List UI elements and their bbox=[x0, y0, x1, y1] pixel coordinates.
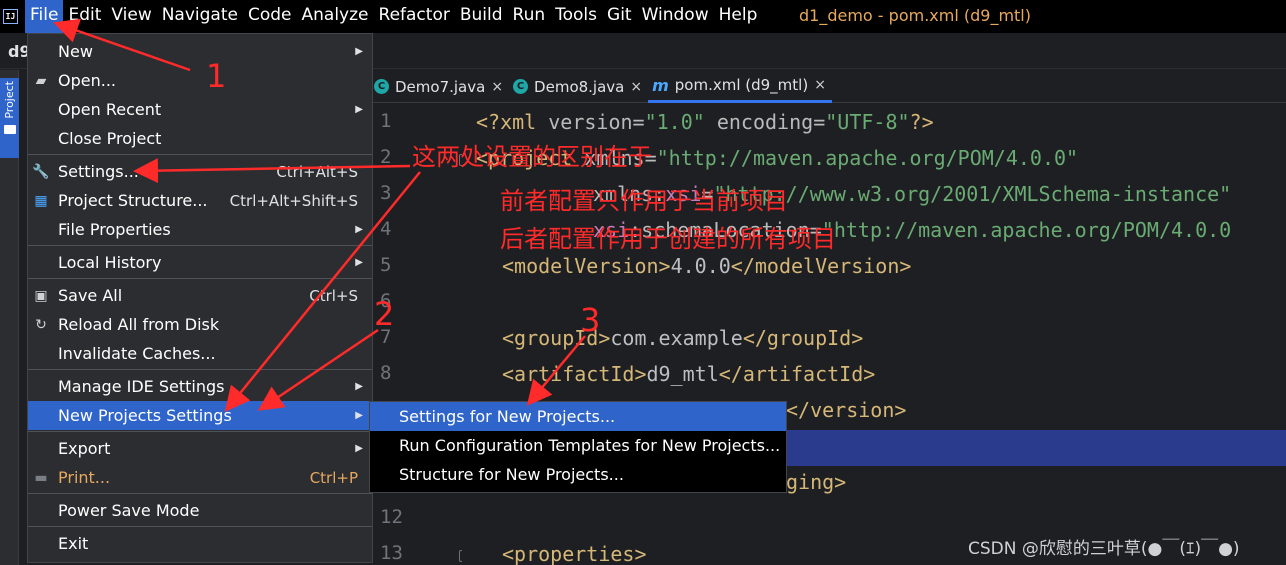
csdn-watermark: CSDN @欣慰的三叶草(●￣(ｴ)￣●) bbox=[968, 539, 1240, 559]
menu-help[interactable]: Help bbox=[714, 0, 763, 33]
menu-file[interactable]: File bbox=[25, 0, 64, 33]
menu-separator bbox=[28, 245, 372, 246]
menu-separator bbox=[28, 431, 372, 432]
code-line-1: <?xml version="1.0" encoding="UTF-8"?> bbox=[476, 110, 934, 134]
menu-item-close-project[interactable]: Close Project bbox=[28, 124, 372, 153]
line-number: 12 bbox=[380, 506, 403, 528]
folder-icon bbox=[3, 124, 16, 134]
window-title: d1_demo - pom.xml (d9_mtl) bbox=[799, 6, 1031, 25]
file-menu-dropdown: New ▶ ▰ Open... Open Recent ▶ Close Projec… bbox=[27, 33, 373, 563]
reload-icon: ↻ bbox=[35, 316, 47, 333]
code-line-5: <modelVersion>4.0.0</modelVersion> bbox=[502, 254, 912, 278]
project-tool-window-button[interactable]: Project bbox=[0, 78, 19, 158]
menu-item-reload-all[interactable]: ↻ Reload All from Disk bbox=[28, 310, 372, 339]
line-number: 3 bbox=[380, 182, 392, 204]
annotation-number-1: 1 bbox=[206, 57, 227, 95]
close-icon[interactable]: × bbox=[491, 79, 503, 95]
annotation-note-line-3: 后者配置作用于创建的所有项目 bbox=[500, 225, 836, 253]
line-number: 5 bbox=[380, 254, 392, 276]
code-line-11: ging> bbox=[786, 470, 847, 494]
tab-label: pom.xml (d9_mtl) bbox=[674, 76, 809, 94]
printer-icon: ▬ bbox=[34, 469, 48, 486]
menu-edit[interactable]: Edit bbox=[63, 0, 106, 33]
line-number: 4 bbox=[380, 218, 392, 240]
editor-tab-strip: C Demo7.java × C Demo8.java × m pom.xml … bbox=[370, 70, 1286, 103]
menu-window[interactable]: Window bbox=[637, 0, 714, 33]
tab-demo7-java[interactable]: C Demo7.java × bbox=[370, 70, 509, 103]
tab-label: Demo8.java bbox=[534, 77, 625, 96]
menu-run[interactable]: Run bbox=[508, 0, 551, 33]
tab-demo8-java[interactable]: C Demo8.java × bbox=[509, 70, 648, 103]
menu-git[interactable]: Git bbox=[602, 0, 637, 33]
submenu-arrow-icon: ▶ bbox=[355, 46, 363, 57]
menu-item-project-structure[interactable]: ▦ Project Structure... Ctrl+Alt+Shift+S bbox=[28, 186, 372, 215]
menu-item-invalidate-caches[interactable]: Invalidate Caches... bbox=[28, 339, 372, 368]
annotation-note-line-2: 前者配置只作用于当前项目 bbox=[500, 187, 788, 215]
menu-separator bbox=[28, 369, 372, 370]
menu-item-print[interactable]: ▬ Print... Ctrl+P bbox=[28, 463, 372, 492]
annotation-number-3: 3 bbox=[580, 301, 601, 339]
menu-separator bbox=[28, 278, 372, 279]
submenu-arrow-icon: ▶ bbox=[355, 257, 363, 268]
submenu-arrow-icon: ▶ bbox=[355, 224, 363, 235]
menu-item-new[interactable]: New ▶ bbox=[28, 37, 372, 66]
menu-build[interactable]: Build bbox=[455, 0, 508, 33]
project-structure-icon: ▦ bbox=[34, 192, 48, 209]
menu-view[interactable]: View bbox=[106, 0, 156, 33]
submenu-arrow-icon: ▶ bbox=[355, 410, 363, 421]
line-number: 8 bbox=[380, 362, 392, 384]
line-number: 13 bbox=[380, 542, 403, 564]
submenu-arrow-icon: ▶ bbox=[355, 381, 363, 392]
submenu-item-run-configuration-templates[interactable]: Run Configuration Templates for New Proj… bbox=[370, 431, 786, 460]
menu-navigate[interactable]: Navigate bbox=[157, 0, 243, 33]
menu-refactor[interactable]: Refactor bbox=[374, 0, 455, 33]
menu-analyze[interactable]: Analyze bbox=[297, 0, 374, 33]
menu-item-export[interactable]: Export ▶ bbox=[28, 434, 372, 463]
menu-item-local-history[interactable]: Local History ▶ bbox=[28, 248, 372, 277]
editor-gutter: 1 2 3 4 5 6 7 8 12 13 bbox=[370, 104, 471, 565]
save-icon: ▣ bbox=[34, 287, 48, 304]
menu-separator bbox=[28, 526, 372, 527]
code-line-9: </version> bbox=[786, 398, 907, 422]
submenu-arrow-icon: ▶ bbox=[355, 443, 363, 454]
tab-pom-xml[interactable]: m pom.xml (d9_mtl) × bbox=[648, 70, 832, 103]
menu-item-power-save-mode[interactable]: Power Save Mode bbox=[28, 496, 372, 525]
menu-tools[interactable]: Tools bbox=[550, 0, 602, 33]
menu-item-new-projects-settings[interactable]: New Projects Settings ▶ bbox=[28, 401, 372, 430]
menu-item-manage-ide-settings[interactable]: Manage IDE Settings ▶ bbox=[28, 372, 372, 401]
annotation-number-2: 2 bbox=[374, 295, 395, 333]
code-line-13: <properties> bbox=[502, 542, 647, 565]
menu-item-open[interactable]: ▰ Open... bbox=[28, 66, 372, 95]
menu-item-file-properties[interactable]: File Properties ▶ bbox=[28, 215, 372, 244]
maven-icon: m bbox=[652, 75, 669, 95]
line-number: 1 bbox=[380, 110, 392, 132]
tab-label: Demo7.java bbox=[395, 77, 486, 96]
java-class-icon: C bbox=[513, 79, 529, 94]
menu-item-open-recent[interactable]: Open Recent ▶ bbox=[28, 95, 372, 124]
new-projects-settings-submenu: Settings for New Projects... Run Configu… bbox=[369, 401, 787, 493]
menu-item-settings[interactable]: 🔧 Settings... Ctrl+Alt+S bbox=[28, 157, 372, 186]
menu-code[interactable]: Code bbox=[243, 0, 297, 33]
intellij-app-icon[interactable]: IJ bbox=[3, 9, 18, 24]
code-line-7: <groupId>com.example</groupId> bbox=[502, 326, 864, 350]
menu-separator bbox=[28, 154, 372, 155]
code-line-8: <artifactId>d9_mtl</artifactId> bbox=[502, 362, 876, 386]
java-class-icon: C bbox=[374, 79, 389, 94]
close-icon[interactable]: × bbox=[630, 79, 642, 95]
project-tool-label: Project bbox=[3, 81, 16, 119]
submenu-item-structure-for-new-projects[interactable]: Structure for New Projects... bbox=[370, 460, 786, 489]
menu-item-save-all[interactable]: ▣ Save All Ctrl+S bbox=[28, 281, 372, 310]
menu-item-exit[interactable]: Exit bbox=[28, 529, 372, 558]
wrench-icon: 🔧 bbox=[32, 163, 50, 180]
folder-open-icon: ▰ bbox=[35, 72, 47, 89]
annotation-note-line-1: 这两处设置的区别在于 bbox=[412, 143, 652, 171]
menu-bar: IJ File Edit View Navigate Code Analyze … bbox=[0, 0, 1286, 33]
close-icon[interactable]: × bbox=[814, 77, 826, 93]
submenu-arrow-icon: ▶ bbox=[355, 104, 363, 115]
menu-separator bbox=[28, 493, 372, 494]
submenu-item-settings-for-new-projects[interactable]: Settings for New Projects... bbox=[370, 402, 786, 431]
